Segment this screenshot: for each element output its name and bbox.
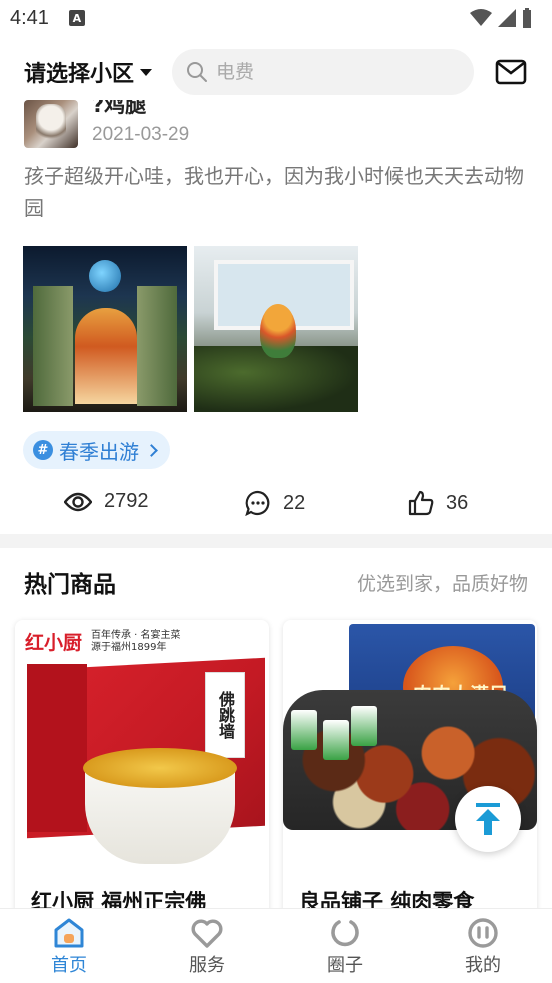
back-to-top-button[interactable] — [455, 786, 521, 852]
views-count: 2792 — [104, 490, 149, 512]
post-text: 孩子超级开心哇，我也开心，因为我小时候也天天去动物园 — [24, 164, 524, 220]
community-post[interactable]: ?鸡腿 2021-03-29 孩子超级开心哇，我也开心，因为我小时候也天天去动物… — [0, 100, 552, 534]
search-input[interactable] — [216, 61, 437, 83]
heart-icon — [191, 919, 223, 948]
notification-icon: A — [68, 10, 85, 26]
signal-icon — [498, 9, 516, 27]
section-title: 热门商品 — [24, 572, 116, 598]
comment-icon — [245, 490, 270, 516]
wifi-icon — [470, 9, 492, 26]
post-username[interactable]: ?鸡腿 — [92, 100, 189, 118]
post-photo-zoo-gate[interactable] — [23, 246, 187, 412]
post-header: ?鸡腿 2021-03-29 — [24, 100, 189, 148]
product-image: 红小厨 百年传承 · 名宴主菜 源于福州1899年 佛跳墙 — [15, 620, 269, 872]
status-time: 4:41 — [10, 6, 49, 29]
bottom-nav: 首页 服务 圈子 我的 — [0, 908, 552, 983]
nav-home[interactable]: 首页 — [0, 909, 138, 983]
post-meta: ?鸡腿 2021-03-29 — [92, 100, 189, 148]
comments-count: 22 — [283, 491, 306, 514]
status-bar: 4:41 A — [0, 0, 552, 36]
nav-home-label: 首页 — [51, 954, 87, 976]
topic-chip[interactable]: # 春季出游 — [23, 431, 170, 469]
search-icon — [187, 62, 208, 82]
mail-icon — [495, 59, 527, 85]
product-brand: 红小厨 — [25, 632, 83, 654]
region-picker[interactable]: 请选择小区 — [24, 56, 153, 88]
nav-service-label: 服务 — [189, 954, 225, 976]
section-divider — [0, 534, 552, 548]
hot-goods-header: 热门商品 优选到家，品质好物 — [0, 560, 552, 604]
message-button[interactable] — [494, 55, 528, 89]
product-tagline: 百年传承 · 名宴主菜 源于福州1899年 — [91, 630, 181, 653]
nav-circle-label: 圈子 — [327, 954, 363, 976]
views-stat: 2792 — [64, 490, 149, 513]
region-label: 请选择小区 — [24, 62, 135, 87]
thumbs-up-icon — [408, 490, 434, 516]
profile-face-icon — [468, 917, 498, 948]
post-photo-parrot[interactable] — [194, 246, 358, 412]
nav-service[interactable]: 服务 — [138, 909, 276, 983]
topic-label: 春季出游 — [59, 439, 139, 464]
battery-icon — [523, 8, 531, 28]
product-card[interactable]: 红小厨 百年传承 · 名宴主菜 源于福州1899年 佛跳墙 红小厨 福州正宗佛 — [15, 620, 269, 920]
post-stats: 2792 22 36 — [0, 490, 552, 520]
comment-button[interactable]: 22 — [245, 490, 305, 516]
header: 请选择小区 — [0, 44, 552, 100]
arrow-up-icon — [476, 803, 500, 835]
caret-down-icon — [140, 68, 153, 76]
like-button[interactable]: 36 — [408, 490, 468, 516]
package-label: 佛跳墙 — [205, 672, 245, 758]
search-bar[interactable] — [172, 49, 475, 95]
chevron-right-icon — [145, 443, 158, 457]
nav-circle[interactable]: 圈子 — [276, 909, 414, 983]
eye-icon — [64, 492, 92, 511]
status-icons — [470, 8, 532, 28]
nav-mine[interactable]: 我的 — [414, 909, 552, 983]
post-date: 2021-03-29 — [92, 124, 190, 145]
screen: 4:41 A 请选择小区 ?鸡腿 2021-03-29 孩子 — [0, 0, 552, 983]
nav-mine-label: 我的 — [465, 954, 501, 976]
home-icon — [54, 918, 84, 947]
hashtag-icon: # — [33, 440, 53, 460]
avatar[interactable] — [24, 100, 78, 148]
likes-count: 36 — [446, 491, 469, 514]
circle-community-icon — [331, 919, 359, 946]
section-subtitle: 优选到家，品质好物 — [356, 572, 528, 595]
product-card[interactable]: 肉肉大满足 良品铺子 纯肉零食 — [283, 620, 537, 920]
